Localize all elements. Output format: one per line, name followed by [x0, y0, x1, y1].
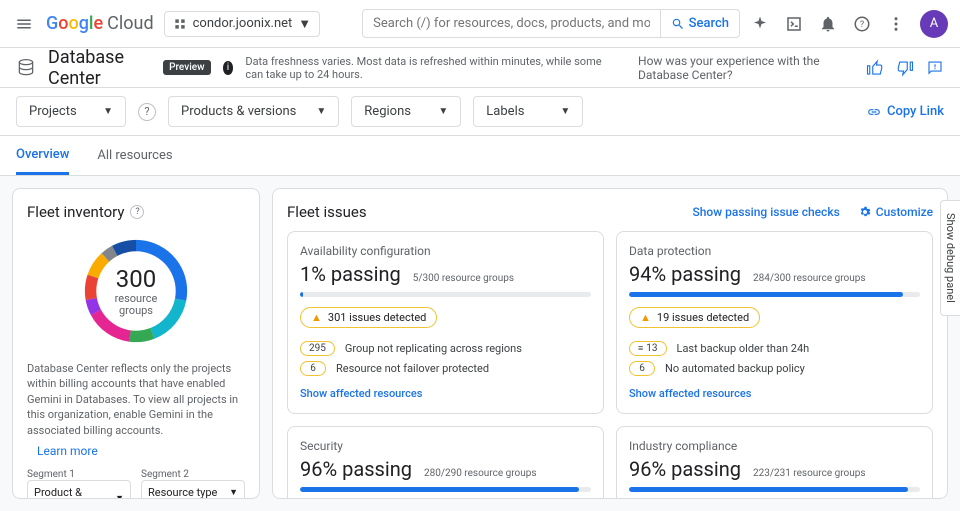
chevron-down-icon: ▼ — [298, 16, 311, 32]
info-icon[interactable]: i — [223, 61, 234, 75]
passing-percentage: 96% passing — [629, 457, 741, 481]
issue-card: Data protection 94% passing284/300 resou… — [616, 231, 933, 414]
card-title: Data protection — [629, 244, 920, 258]
progress-bar — [629, 487, 920, 492]
fleet-issues-title: Fleet issues — [287, 203, 674, 221]
issue-card: Availability configuration 1% passing5/3… — [287, 231, 604, 414]
issue-card: Security 96% passing280/290 resource gro… — [287, 426, 604, 499]
customize-button[interactable]: Customize — [858, 205, 933, 219]
search-input[interactable] — [373, 16, 650, 31]
issues-detected-badge[interactable]: ▲301 issues detected — [300, 307, 437, 328]
help-icon[interactable]: ? — [852, 14, 872, 34]
chevron-down-icon: ▼ — [103, 106, 113, 117]
issue-row[interactable]: 295Group not replicating across regions — [300, 341, 591, 356]
issue-count-pill: 295 — [300, 341, 335, 356]
issue-row[interactable]: ≡13Last backup older than 24h — [629, 341, 920, 356]
chevron-down-icon: ▼ — [316, 106, 326, 117]
debug-panel-toggle[interactable]: Show debug panel — [940, 200, 960, 316]
warning-icon: ▲ — [640, 311, 651, 324]
card-title: Security — [300, 439, 591, 453]
projects-help-icon[interactable]: ? — [138, 103, 156, 121]
donut-value: 300 — [116, 265, 156, 293]
segment1-dropdown[interactable]: Product & version▼ — [27, 480, 131, 499]
segment2-dropdown[interactable]: Resource type▼ — [141, 480, 245, 499]
chevron-down-icon: ▼ — [438, 106, 448, 117]
data-freshness-text: Data freshness varies. Most data is refr… — [245, 55, 614, 81]
thumb-down-icon[interactable] — [896, 59, 914, 77]
learn-more-link[interactable]: Learn more — [37, 444, 98, 458]
feedback-icon[interactable] — [926, 59, 944, 77]
show-affected-link[interactable]: Show affected resources — [629, 387, 751, 400]
fleet-inventory-help-icon[interactable]: ? — [130, 205, 144, 219]
issue-card: Industry compliance 96% passing223/231 r… — [616, 426, 933, 499]
show-affected-link[interactable]: Show affected resources — [300, 387, 422, 400]
progress-bar — [629, 292, 920, 297]
tab-all-resources[interactable]: All resources — [97, 138, 172, 173]
thumb-up-icon[interactable] — [866, 59, 884, 77]
terminal-icon[interactable] — [784, 14, 804, 34]
issues-detected-badge[interactable]: ▲19 issues detected — [629, 307, 760, 328]
show-passing-button[interactable]: Show passing issue checks — [692, 205, 839, 219]
products-filter[interactable]: Products & versions▼ — [168, 96, 339, 127]
search-button[interactable]: Search — [661, 9, 740, 38]
copy-link-button[interactable]: Copy Link — [867, 104, 944, 119]
project-picker[interactable]: condor.joonix.net ▼ — [164, 11, 321, 37]
bell-icon[interactable] — [818, 14, 838, 34]
search-box[interactable] — [362, 9, 661, 38]
experience-question: How was your experience with the Databas… — [638, 54, 854, 82]
more-icon[interactable] — [886, 14, 906, 34]
fleet-inventory-donut: 300 resource groups — [76, 231, 196, 351]
issue-row[interactable]: 6No automated backup policy — [629, 361, 920, 376]
fleet-inventory-description: Database Center reflects only the projec… — [27, 361, 245, 438]
google-cloud-logo[interactable]: Google Cloud — [46, 13, 154, 34]
gemini-icon[interactable] — [750, 14, 770, 34]
progress-bar — [300, 292, 591, 297]
projects-filter[interactable]: Projects▼ — [16, 96, 126, 127]
svg-text:?: ? — [860, 20, 864, 30]
page-title: Database Center — [48, 47, 151, 89]
issue-count-pill: 6 — [300, 361, 326, 376]
labels-filter[interactable]: Labels▼ — [473, 96, 583, 127]
chevron-down-icon: ▼ — [560, 106, 570, 117]
issue-count-pill: ≡13 — [629, 341, 667, 356]
fleet-inventory-title: Fleet inventory ? — [27, 203, 245, 221]
warning-icon: ▲ — [311, 311, 322, 324]
card-title: Industry compliance — [629, 439, 920, 453]
progress-bar — [300, 487, 591, 492]
tab-overview[interactable]: Overview — [16, 137, 69, 175]
card-title: Availability configuration — [300, 244, 591, 258]
menu-icon[interactable] — [12, 12, 36, 36]
issue-count-pill: 6 — [629, 361, 655, 376]
passing-percentage: 1% passing — [300, 262, 401, 286]
preview-badge: Preview — [163, 60, 210, 75]
passing-percentage: 96% passing — [300, 457, 412, 481]
issue-row[interactable]: 6Resource not failover protected — [300, 361, 591, 376]
passing-percentage: 94% passing — [629, 262, 741, 286]
avatar[interactable]: A — [920, 10, 948, 38]
regions-filter[interactable]: Regions▼ — [351, 96, 461, 127]
database-icon — [16, 57, 36, 79]
